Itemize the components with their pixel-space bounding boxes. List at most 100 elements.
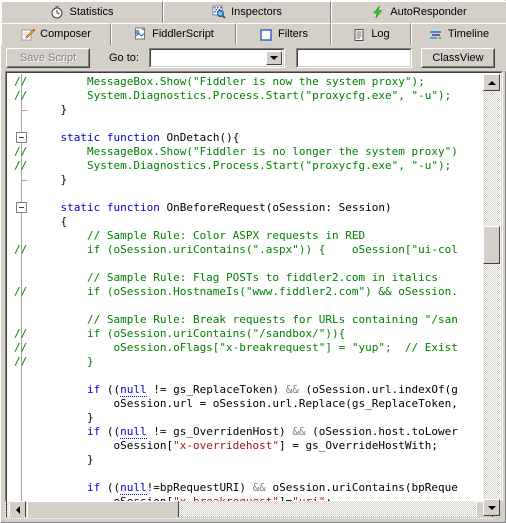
code-token: static function [60,201,160,214]
tab-row-secondary: Composer FiddlerScript Filters Log Timel… [1,23,506,45]
code-token: null [120,383,147,397]
tab-autoresponder-label: AutoResponder [390,5,467,18]
code-token: != gs_ReplaceToken) [146,383,286,396]
script-editor[interactable]: MessageBox.Show("Fiddler is now the syst… [5,71,503,519]
code-token: (( [100,425,121,438]
notepad-pencil-icon [21,28,36,42]
tab-statistics-label: Statistics [69,5,114,18]
blue-square-icon [259,28,273,42]
code-line: } [34,103,482,117]
code-token: } [34,173,68,186]
find-input[interactable] [299,51,409,65]
code-token: static function [60,131,160,144]
document-lines-icon [352,28,366,42]
scroll-left-button[interactable] [9,501,26,518]
code-line: // Sample Rule: Break requests for URLs … [34,313,482,327]
code-token: (( [100,383,121,396]
code-token: "x-overridehost" [173,439,280,452]
triangle-up-icon [487,80,496,85]
classview-button[interactable]: ClassView [421,48,495,68]
scroll-up-button[interactable] [483,74,500,91]
code-token: } [34,103,68,116]
tab-log-label: Log [371,28,390,40]
tab-autoresponder[interactable]: AutoResponder [331,1,506,23]
comment-slash-mark: // [14,341,28,354]
goto-input[interactable] [152,51,265,65]
code-line: // Sample Rule: Color ASPX requests in R… [34,229,482,243]
code-token: (oSession.url.indexOf(g [298,383,458,396]
code-line: } [34,173,482,187]
goto-combobox[interactable] [149,48,285,68]
find-textbox[interactable] [296,48,412,68]
code-token: if [86,425,101,438]
save-script-button[interactable]: Save Script [6,48,90,68]
code-token: if (oSession.HostnameIs("www.fiddler2.co… [34,285,458,298]
code-line: static function OnDetach(){ [34,131,482,145]
magnifier-grid-icon [212,5,226,19]
code-token: // Sample Rule: Flag POSTs to fiddler2.c… [34,271,438,284]
code-token: OnBeforeRequest(oSession: Session) [159,201,392,214]
code-token: != gs_OverridenHost) [146,425,293,438]
code-token: && [285,383,299,396]
vertical-scrollbar-thumb[interactable] [483,226,500,264]
code-line: static function OnBeforeRequest(oSession… [34,201,482,215]
tab-timeline[interactable]: Timeline [411,23,506,45]
code-token: (( [100,481,121,494]
editor-viewport[interactable]: MessageBox.Show("Fiddler is now the syst… [8,74,500,516]
comment-slash-mark: // [14,355,28,368]
tab-row-primary: Statistics Inspectors AutoResponder [1,1,506,23]
tab-timeline-label: Timeline [447,28,490,40]
tab-statistics[interactable]: Statistics [1,1,163,23]
code-token: ] = gs_OverrideHostWith; [279,439,438,452]
fold-collapse-box[interactable] [16,132,27,143]
code-token: if (oSession.uriContains(".aspx")) { oSe… [34,243,458,256]
triangle-down-icon [487,505,496,510]
code-token: OnDetach(){ [159,131,240,144]
comment-slash-mark: // [14,89,28,102]
tab-log[interactable]: Log [331,23,411,45]
code-token: System.Diagnostics.Process.Start("proxyc… [34,159,452,172]
code-token: } [34,355,94,368]
code-line: { [34,215,482,229]
vertical-scrollbar[interactable] [483,74,500,516]
code-token: // Sample Rule: Break requests for URLs … [34,313,458,326]
code-line: System.Diagnostics.Process.Start("proxyc… [34,159,482,173]
code-line: oSession["x-overridehost"] = gs_Override… [34,439,482,453]
tab-composer[interactable]: Composer [1,23,111,45]
comment-slash-mark: // [14,243,28,256]
comment-slash-mark: // [14,145,28,158]
scroll-down-button[interactable] [483,499,500,516]
code-line: } [34,411,482,425]
comment-slash-mark: // [14,159,28,172]
tab-inspectors[interactable]: Inspectors [163,1,331,23]
triangle-left-icon [15,505,20,514]
tab-filters[interactable]: Filters [236,23,331,45]
code-line: MessageBox.Show("Fiddler is no longer th… [34,145,482,159]
tab-fiddlerscript[interactable]: FiddlerScript [111,23,236,45]
code-line: MessageBox.Show("Fiddler is now the syst… [34,75,482,89]
code-line: if ((null != gs_ReplaceToken) && (oSessi… [34,383,482,397]
code-token: && [252,481,266,494]
fiddler-script-panel: Statistics Inspectors AutoResponder Comp… [0,0,506,523]
code-token: if [86,383,101,396]
fold-collapse-box[interactable] [16,202,27,213]
code-text[interactable]: MessageBox.Show("Fiddler is now the syst… [34,74,482,516]
code-line: // Sample Rule: Flag POSTs to fiddler2.c… [34,271,482,285]
comment-slash-mark: // [14,285,28,298]
chevron-down-icon[interactable] [266,51,282,65]
script-toolbar: Save Script Go to: ClassView [1,45,506,71]
code-line: System.Diagnostics.Process.Start("proxyc… [34,89,482,103]
horizontal-scrollbar[interactable] [5,501,503,519]
code-token: } [34,453,94,466]
code-token: oSession.uriContains(bpReque [265,481,458,494]
timeline-bars-icon [429,28,443,42]
fold-end-tick [21,110,27,111]
horizontal-scrollbar-thumb[interactable] [27,501,179,518]
tab-filters-label: Filters [278,28,308,40]
code-token: // Sample Rule: Color ASPX requests in R… [34,229,366,242]
